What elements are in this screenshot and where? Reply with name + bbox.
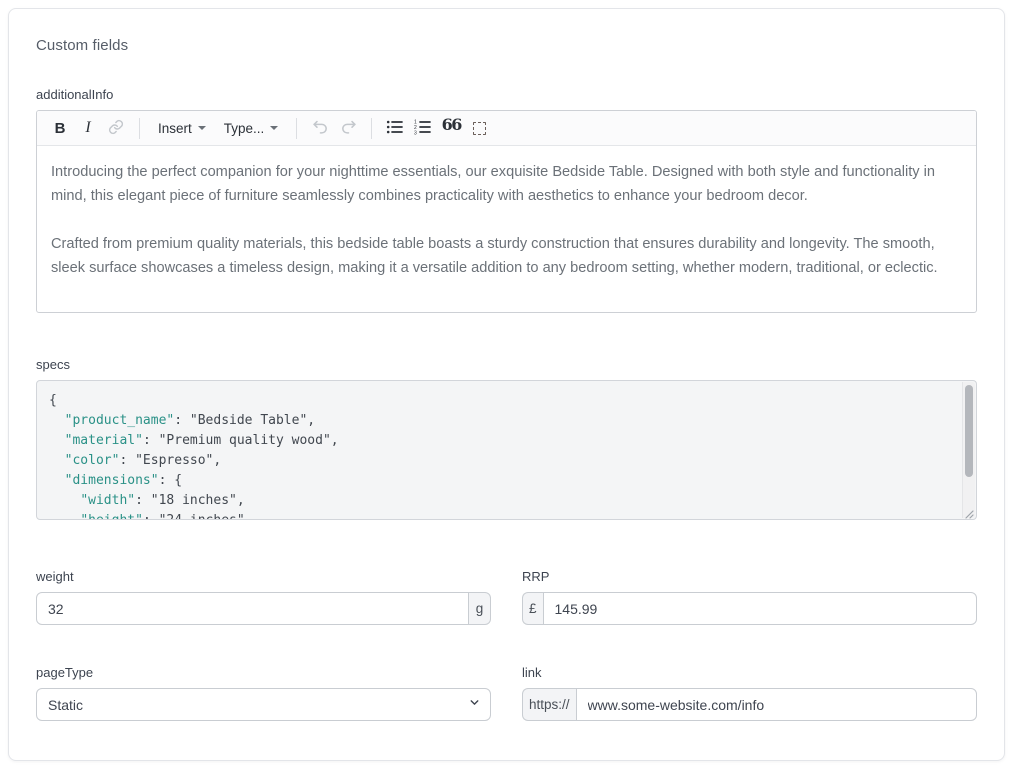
rrp-label: RRP [522, 569, 977, 584]
pagetype-label: pageType [36, 665, 491, 680]
undo-button[interactable] [307, 115, 333, 141]
link-input[interactable] [576, 688, 977, 721]
additional-info-label: additionalInfo [36, 87, 977, 102]
rich-text-toolbar: B I Insert Type... [37, 111, 976, 146]
rrp-field: RRP £ [522, 569, 977, 625]
chevron-down-icon [270, 126, 278, 130]
rrp-currency-addon: £ [522, 592, 543, 625]
dashed-square-icon [473, 122, 486, 135]
specs-code: { "product_name": "Bedside Table", "mate… [37, 381, 976, 520]
numbered-list-button[interactable]: 1 2 3 [410, 115, 436, 141]
link-field: link https:// [522, 665, 977, 721]
link-button[interactable] [103, 115, 129, 141]
toolbar-divider [296, 118, 297, 139]
editor-paragraph: Introducing the perfect companion for yo… [51, 160, 962, 208]
embed-button[interactable] [466, 115, 492, 141]
italic-button[interactable]: I [75, 115, 101, 141]
weight-field: weight g [36, 569, 491, 625]
blockquote-button[interactable]: 66 [438, 115, 464, 141]
undo-icon [312, 118, 329, 138]
custom-fields-card: Custom fields additionalInfo B I Ins [8, 8, 1005, 761]
redo-icon [340, 118, 357, 138]
editor-paragraph: Crafted from premium quality materials, … [51, 232, 962, 280]
specs-editor[interactable]: { "product_name": "Bedside Table", "mate… [36, 380, 977, 520]
weight-input[interactable] [36, 592, 469, 625]
link-label: link [522, 665, 977, 680]
pagetype-field: pageType Static [36, 665, 491, 721]
blockquote-icon: 66 [442, 117, 461, 139]
bullet-list-icon [386, 119, 404, 138]
bold-button[interactable]: B [47, 115, 73, 141]
type-dropdown[interactable]: Type... [216, 115, 287, 141]
redo-button[interactable] [335, 115, 361, 141]
specs-field: specs { "product_name": "Bedside Table",… [36, 357, 977, 520]
svg-text:3: 3 [414, 130, 417, 135]
weight-unit-addon: g [469, 592, 491, 625]
specs-scrollbar[interactable] [962, 382, 975, 518]
scrollbar-thumb[interactable] [965, 385, 973, 477]
numbered-list-icon: 1 2 3 [414, 119, 432, 138]
link-icon [108, 119, 124, 138]
chevron-down-icon [198, 126, 206, 130]
resize-handle-icon[interactable] [963, 506, 974, 517]
rich-text-content[interactable]: Introducing the perfect companion for yo… [37, 146, 976, 312]
type-dropdown-label: Type... [224, 121, 265, 136]
insert-dropdown[interactable]: Insert [150, 115, 214, 141]
insert-dropdown-label: Insert [158, 121, 192, 136]
rrp-input[interactable] [543, 592, 977, 625]
bullet-list-button[interactable] [382, 115, 408, 141]
rich-text-editor: B I Insert Type... [36, 110, 977, 313]
pagetype-select[interactable]: Static [36, 688, 491, 721]
additional-info-field: additionalInfo B I Insert [36, 87, 977, 313]
specs-label: specs [36, 357, 977, 372]
toolbar-divider [371, 118, 372, 139]
link-protocol-addon: https:// [522, 688, 576, 721]
card-title: Custom fields [36, 37, 977, 54]
toolbar-divider [139, 118, 140, 139]
weight-label: weight [36, 569, 491, 584]
